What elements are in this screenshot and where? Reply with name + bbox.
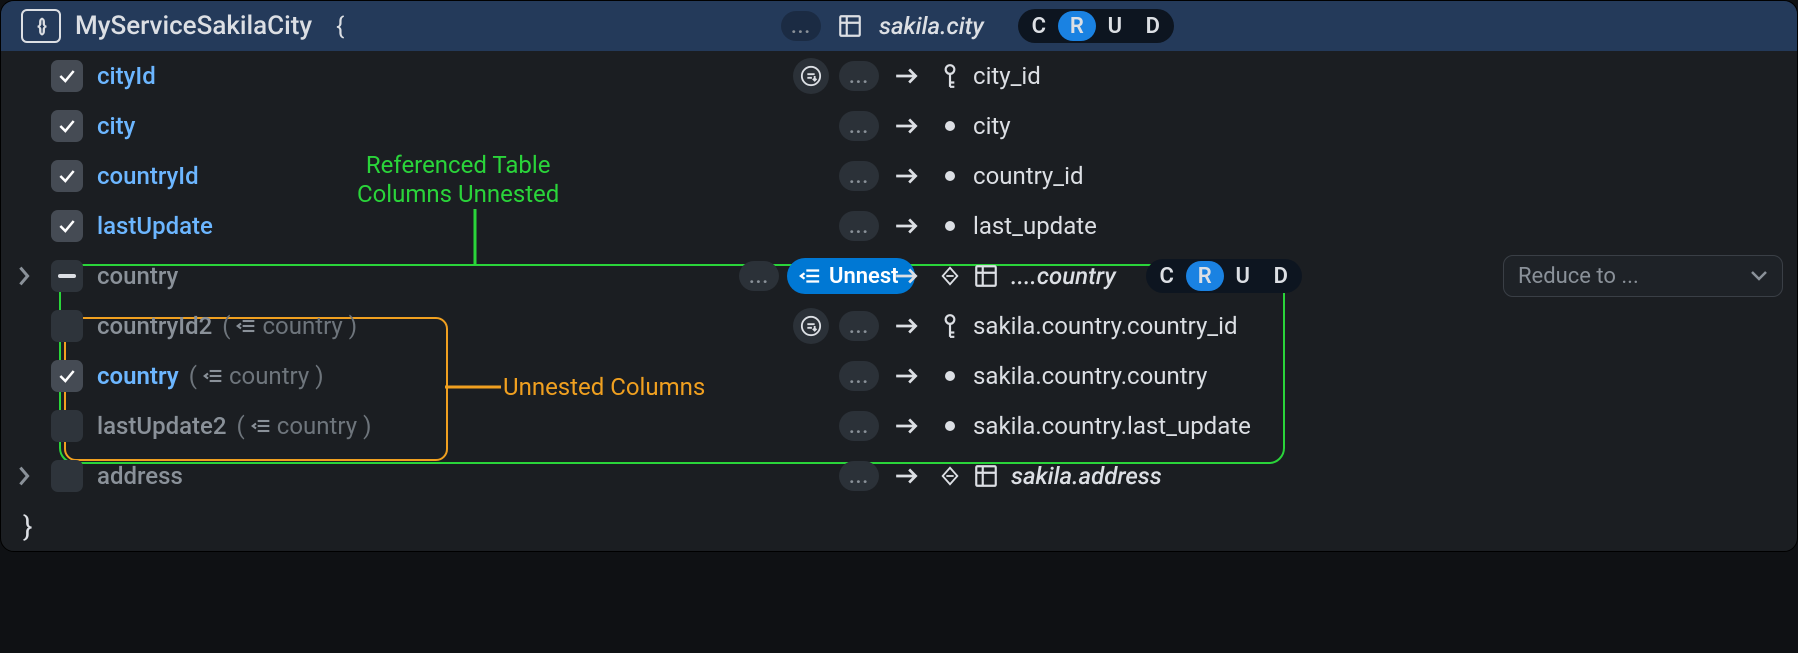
column-name: last_update: [973, 212, 1097, 240]
table-name: sakila.city: [879, 12, 984, 40]
table-icon: [973, 463, 999, 489]
arrow-icon: [887, 466, 927, 486]
field-row: lastUpdate ... last_update: [1, 201, 1797, 251]
checkbox[interactable]: [51, 410, 83, 442]
field-name[interactable]: lastUpdate2: [97, 412, 227, 440]
key-icon: [927, 63, 973, 89]
checkbox[interactable]: [51, 360, 83, 392]
expand-chevron[interactable]: [1, 264, 47, 288]
expand-chevron[interactable]: [1, 464, 47, 488]
checkbox[interactable]: [51, 110, 83, 142]
more-button[interactable]: ...: [781, 11, 821, 41]
field-name[interactable]: city: [97, 112, 135, 140]
column-name: country_id: [973, 162, 1083, 190]
field-row: countryId ... country_id: [1, 151, 1797, 201]
arrow-icon: [887, 66, 927, 86]
more-button[interactable]: ...: [839, 311, 879, 341]
crud-c[interactable]: C: [1020, 11, 1058, 41]
crud-selector[interactable]: C R U D: [1018, 9, 1174, 43]
from-relation: country: [277, 412, 357, 440]
brace-open: {: [336, 12, 344, 40]
relation-icon: [927, 465, 973, 487]
checkbox[interactable]: [51, 460, 83, 492]
relation-name[interactable]: address: [97, 462, 183, 490]
checkbox-partial[interactable]: [51, 260, 83, 292]
more-button[interactable]: ...: [839, 111, 879, 141]
reduce-placeholder: Reduce to ...: [1518, 264, 1639, 289]
checkbox[interactable]: [51, 310, 83, 342]
arrow-icon: [887, 366, 927, 386]
field-name[interactable]: countryId: [97, 162, 199, 190]
nested-field-row: country (country) ... sakila.country.cou…: [1, 351, 1797, 401]
relation-row-address: address ... sakila.address: [1, 451, 1797, 501]
arrow-icon: [887, 416, 927, 436]
more-button[interactable]: ...: [839, 161, 879, 191]
relation-name[interactable]: country: [97, 262, 178, 290]
bullet-icon: [927, 219, 973, 233]
field-name[interactable]: country: [97, 362, 179, 390]
relation-icon: [927, 265, 973, 287]
object-icon: {}: [21, 9, 61, 43]
crud-c[interactable]: C: [1148, 261, 1186, 291]
crud-d[interactable]: D: [1134, 11, 1172, 41]
checkbox[interactable]: [51, 210, 83, 242]
column-name: city: [973, 112, 1011, 140]
field-name[interactable]: cityId: [97, 62, 156, 90]
sort-icon[interactable]: [793, 58, 829, 94]
arrow-icon: [887, 266, 927, 286]
brace-close: }: [1, 501, 1797, 551]
arrow-icon: [887, 166, 927, 186]
checkbox[interactable]: [51, 160, 83, 192]
arrow-icon: [887, 216, 927, 236]
json-editor-panel: {} MyServiceSakilaCity { ... sakila.city…: [0, 0, 1798, 552]
column-name: sakila.country.country_id: [973, 312, 1238, 340]
more-button[interactable]: ...: [739, 261, 779, 291]
more-button[interactable]: ...: [839, 361, 879, 391]
key-icon: [927, 313, 973, 339]
object-title: MyServiceSakilaCity: [75, 11, 312, 41]
more-button[interactable]: ...: [839, 211, 879, 241]
from-relation: country: [229, 362, 309, 390]
from-relation: country: [262, 312, 342, 340]
column-name: sakila.country.country: [973, 362, 1207, 390]
relation-row-country: country ... Unnest ....country C R U: [1, 251, 1797, 301]
field-name[interactable]: lastUpdate: [97, 212, 213, 240]
column-name: city_id: [973, 62, 1041, 90]
more-button[interactable]: ...: [839, 411, 879, 441]
field-name[interactable]: countryId2: [97, 312, 212, 340]
table-name: ....country: [1011, 262, 1116, 290]
crud-u[interactable]: U: [1224, 261, 1262, 291]
bullet-icon: [927, 119, 973, 133]
nested-field-row: lastUpdate2 (country) ... sakila.country…: [1, 401, 1797, 451]
chevron-down-icon: [1750, 270, 1768, 282]
nested-field-row: countryId2 (country) ... sakila.country.…: [1, 301, 1797, 351]
object-header-row: {} MyServiceSakilaCity { ... sakila.city…: [1, 1, 1797, 51]
more-button[interactable]: ...: [839, 461, 879, 491]
bullet-icon: [927, 169, 973, 183]
table-icon: [973, 263, 999, 289]
crud-u[interactable]: U: [1096, 11, 1134, 41]
crud-r[interactable]: R: [1058, 11, 1096, 41]
crud-d[interactable]: D: [1262, 261, 1300, 291]
checkbox[interactable]: [51, 60, 83, 92]
arrow-icon: [887, 116, 927, 136]
table-name: sakila.address: [1011, 462, 1162, 490]
field-row: cityId ... city_id: [1, 51, 1797, 101]
more-button[interactable]: ...: [839, 61, 879, 91]
arrow-icon: [887, 316, 927, 336]
bullet-icon: [927, 369, 973, 383]
column-name: sakila.country.last_update: [973, 412, 1251, 440]
bullet-icon: [927, 419, 973, 433]
reduce-to-select[interactable]: Reduce to ...: [1503, 255, 1783, 297]
table-icon: [837, 13, 863, 39]
crud-r[interactable]: R: [1186, 261, 1224, 291]
sort-icon[interactable]: [793, 308, 829, 344]
field-row: city ... city: [1, 101, 1797, 151]
crud-selector[interactable]: C R U D: [1146, 259, 1302, 293]
